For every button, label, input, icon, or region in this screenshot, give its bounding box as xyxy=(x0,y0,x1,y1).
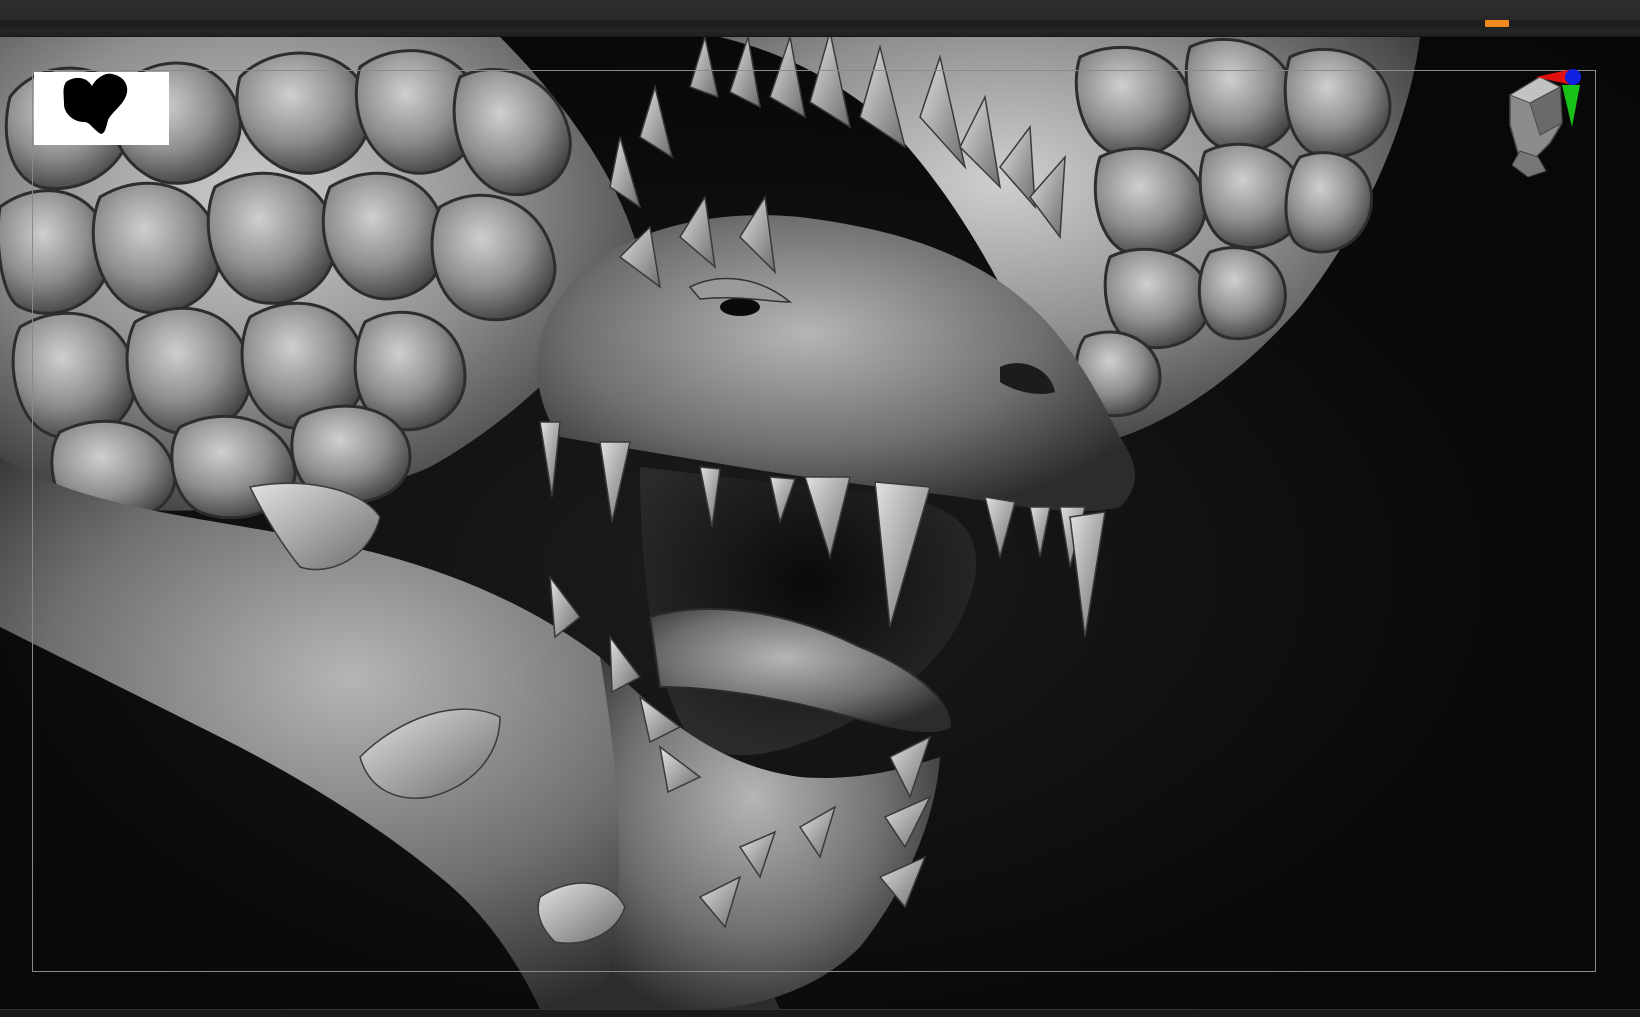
progress-indicator xyxy=(1485,20,1509,27)
top-toolbar[interactable] xyxy=(0,0,1640,37)
dragon-eye xyxy=(720,298,760,316)
silhouette-icon xyxy=(63,73,128,134)
thumbnail-view[interactable] xyxy=(34,72,169,145)
toolbar-strip xyxy=(0,20,1640,28)
zbrush-window xyxy=(0,0,1640,1017)
bottom-status-bar xyxy=(0,1009,1640,1017)
head-navigator-icon[interactable] xyxy=(1480,65,1600,185)
canvas-viewport[interactable] xyxy=(0,37,1640,1009)
dragon-sculpt[interactable] xyxy=(0,37,1640,1009)
